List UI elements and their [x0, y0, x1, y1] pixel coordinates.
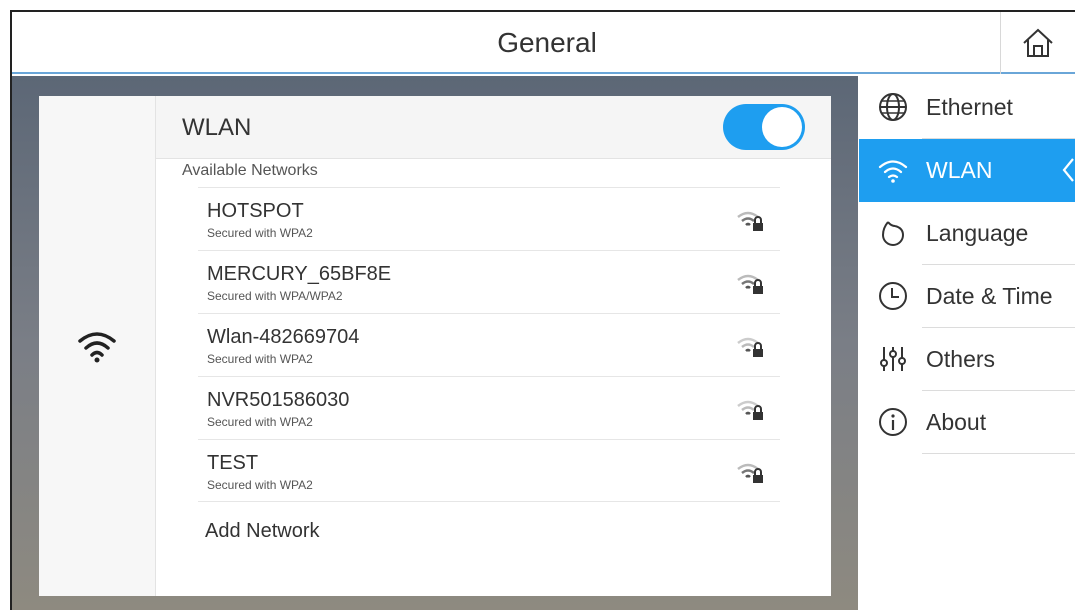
sidebar-item-label: Others [926, 346, 996, 372]
sidebar-item-ethernet[interactable]: Ethernet [859, 76, 1075, 139]
home-icon [1023, 28, 1053, 57]
settings-sidebar: Ethernet WLAN Language Date & Time Other… [859, 76, 1075, 610]
sidebar-item-label: WLAN [926, 157, 993, 183]
page-title: General [497, 27, 597, 58]
sidebar-item-label: Date & Time [926, 283, 1053, 309]
network-name: MERCURY_65BF8E [207, 263, 392, 285]
language-icon [881, 221, 905, 246]
network-security: Secured with WPA/WPA2 [207, 289, 343, 303]
chevron-left-icon [1062, 158, 1074, 182]
network-security: Secured with WPA2 [207, 478, 313, 492]
network-item[interactable]: HOTSPOT Secured with WPA2 [198, 187, 780, 250]
sliders-icon [880, 347, 906, 371]
network-item[interactable]: MERCURY_65BF8E Secured with WPA/WPA2 [198, 250, 780, 313]
network-name: TEST [207, 452, 259, 474]
globe-icon [879, 93, 907, 121]
sidebar-item-date-time[interactable]: Date & Time [859, 265, 1075, 328]
sidebar-item-label: Language [926, 220, 1029, 246]
add-network-button[interactable]: Add Network [205, 520, 320, 543]
wlan-toggle[interactable] [723, 104, 805, 150]
network-security: Secured with WPA2 [207, 226, 313, 240]
network-item[interactable]: NVR501586030 Secured with WPA2 [198, 376, 780, 439]
network-security: Secured with WPA2 [207, 415, 313, 429]
sidebar-item-language[interactable]: Language [859, 202, 1075, 265]
home-button[interactable] [1000, 12, 1075, 74]
sidebar-item-others[interactable]: Others [859, 328, 1075, 391]
network-list: HOTSPOT Secured with WPA2 MERCURY_65BF8E… [198, 187, 780, 502]
secured-signal-icon [737, 211, 763, 231]
network-name: NVR501586030 [207, 389, 350, 411]
toggle-knob [762, 107, 802, 147]
wlan-panel-icon-column [39, 96, 156, 596]
secured-signal-icon [737, 463, 763, 483]
wlan-toggle-row: WLAN [156, 96, 831, 159]
network-item[interactable]: Wlan-482669704 Secured with WPA2 [198, 313, 780, 376]
network-name: Wlan-482669704 [207, 326, 360, 348]
app-window: General WLAN Available Networks HOTSPOT … [10, 10, 1075, 610]
secured-signal-icon [737, 337, 763, 357]
wlan-panel: WLAN Available Networks HOTSPOT Secured … [39, 96, 831, 596]
sidebar-item-about[interactable]: About [859, 391, 1075, 454]
network-security: Secured with WPA2 [207, 352, 313, 366]
wifi-icon [878, 160, 908, 183]
available-networks-label: Available Networks [182, 162, 318, 179]
sidebar-item-label: Ethernet [926, 94, 1013, 120]
secured-signal-icon [737, 274, 763, 294]
secured-signal-icon [737, 400, 763, 420]
sidebar-item-wlan[interactable]: WLAN [859, 139, 1075, 202]
wlan-title: WLAN [182, 114, 252, 141]
header-bar: General [12, 12, 1075, 74]
info-icon [879, 408, 907, 436]
network-item[interactable]: TEST Secured with WPA2 [198, 439, 780, 502]
network-name: HOTSPOT [207, 200, 304, 222]
wifi-icon [78, 332, 116, 363]
sidebar-item-label: About [926, 409, 987, 435]
divider [922, 453, 1075, 454]
clock-icon [879, 282, 907, 310]
